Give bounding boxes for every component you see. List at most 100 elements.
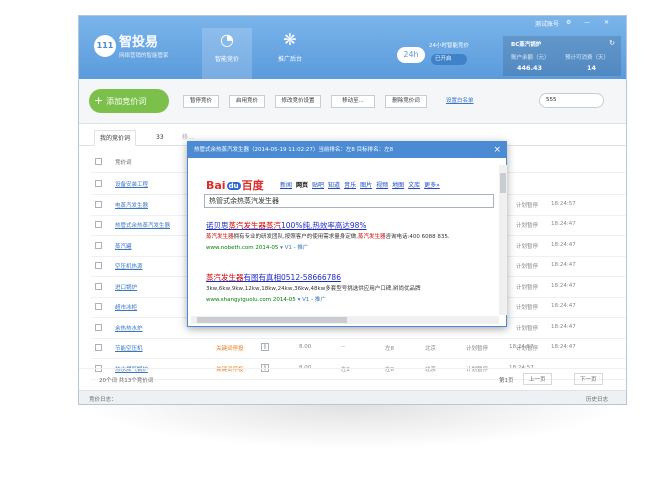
row-checkbox[interactable] — [95, 323, 102, 331]
paw-icon: ❋ — [283, 30, 297, 49]
popup-horizontal-scrollbar[interactable] — [191, 316, 499, 324]
close-icon[interactable]: ✕ — [604, 19, 609, 26]
delete-keyword-button[interactable]: 删除竞价词 — [385, 95, 427, 108]
account-name[interactable]: 测试账号 — [535, 19, 559, 28]
plus-icon: + — [94, 94, 104, 107]
enable-bid-button[interactable]: 启用竞价 — [229, 95, 265, 108]
popup-body: Bai du 百度 新闻 网页 贴吧 知道 音乐 图片 视频 地图 文库 更多» 热管式余热蒸汽发生器… — [192, 162, 500, 316]
whitelist-link[interactable]: 设置白名单 — [446, 96, 474, 104]
nav-smart-bid[interactable]: ◔ 智能竞价 — [202, 28, 252, 79]
cell-time: 18:24:47 — [551, 323, 576, 330]
baidu-nav-item[interactable]: 网页 — [296, 182, 308, 189]
row-checkbox[interactable] — [95, 303, 102, 310]
keyword-link[interactable]: 热管式余热蒸汽发生器 — [115, 221, 170, 229]
window-shadow — [86, 404, 620, 450]
baidu-nav-item[interactable]: 贴吧 — [312, 182, 324, 189]
result-title-post: 100%纯,热效率高达98% — [281, 221, 367, 230]
history-log-link[interactable]: 历史日志 — [586, 395, 608, 403]
days-value: 14 — [587, 64, 597, 72]
pager: 20个词 共13个竞价词 第1页 上一页 下一页 — [79, 368, 626, 390]
keyword-link[interactable]: 蒸汽罐 — [115, 242, 132, 250]
baidu-logo: Bai du 百度 — [206, 179, 264, 192]
baidu-nav-item[interactable]: 更多» — [424, 182, 440, 189]
baidu-nav-item[interactable]: 地图 — [392, 182, 404, 189]
keyword-count: 20个词 共13个竞价词 — [99, 378, 154, 384]
cell-plan-status: 计划暂停 — [516, 223, 539, 229]
prev-page-button[interactable]: 上一页 — [523, 373, 552, 385]
baidu-nav-item[interactable]: 知道 — [328, 182, 340, 189]
result-url: www.shangyiguolu.com 2014-05 ▾ V1 - 推广 — [206, 297, 326, 303]
keyword-link[interactable]: 电蒸汽发生器 — [115, 201, 148, 209]
keyword-link[interactable]: 设备安装工程 — [115, 180, 148, 188]
cell-plan-status: 计划暂停 — [516, 325, 539, 332]
promo-tag[interactable]: 推广 — [297, 245, 308, 251]
scroll-thumb[interactable] — [197, 317, 347, 323]
logo-icon: 111 — [94, 35, 116, 57]
search-input[interactable]: 555 — [539, 93, 604, 108]
baidu-nav-item[interactable]: 音乐 — [344, 182, 356, 189]
row-checkbox[interactable] — [95, 241, 102, 249]
promo-tag[interactable]: 推广 — [315, 297, 326, 303]
search-result[interactable]: 诺贝思蒸汽发生器蒸汽100%纯,热效率高达98% 蒸汽发生器拥有专业的研发团队,按… — [206, 220, 496, 251]
baidu-search-input[interactable]: 热管式余热蒸汽发生器 — [204, 194, 494, 208]
cell-plan-status: 计划暂停 — [516, 243, 539, 250]
nav-smart-bid-label: 智能竞价 — [214, 56, 239, 63]
gear-icon[interactable]: ⚙ — [566, 19, 571, 26]
pause-icon[interactable]: || — [261, 343, 269, 351]
baidu-nav-item[interactable]: 图片 — [360, 182, 372, 189]
move-to-dropdown[interactable]: 移动至... — [331, 95, 375, 108]
pause-bid-button[interactable]: 暂停竞价 — [183, 95, 219, 108]
nav-promotion-label: 推广后台 — [277, 56, 302, 63]
tab-my-keywords[interactable]: 我的竞价词 — [94, 130, 137, 146]
keyword-link[interactable]: 余热热水炉 — [115, 324, 143, 332]
tab-count[interactable]: 33 — [151, 130, 169, 146]
cell-time: 18:24:47 — [551, 282, 576, 289]
keyword-link[interactable]: 超市冰柜 — [115, 303, 137, 311]
scroll-thumb[interactable] — [500, 173, 506, 193]
account-title: BC蒸汽锅炉 — [511, 42, 542, 48]
next-page-button[interactable]: 下一页 — [574, 373, 603, 385]
cell-time: 18:24:47 — [551, 303, 576, 309]
row-checkbox[interactable] — [95, 344, 102, 351]
days-label: 预计可消费（天） — [565, 55, 610, 61]
account-panel: BC蒸汽锅炉 ↻ 账户余额（元） 预计可消费（天） 446.43 14 — [503, 36, 621, 76]
verified-icon: ▾ V1 — [297, 297, 310, 303]
search-result[interactable]: 蒸汽发生器有图有真相0512-58666786 3kw,6kw,9kw,12kw,… — [206, 272, 496, 303]
popup-vertical-scrollbar[interactable] — [499, 165, 507, 315]
balance-label: 账户余额（元） — [511, 55, 550, 61]
baidu-nav-item[interactable]: 文库 — [408, 182, 420, 189]
cell-plan-status: 计划暂停 — [516, 264, 539, 270]
serp-preview-popup: 热管式余热蒸汽发生器（2014-05-19 11:02:27）当前排名：左8 目… — [187, 141, 507, 327]
result-title[interactable]: 蒸汽发生器有图有真相0512-58666786 — [206, 272, 496, 283]
close-icon[interactable]: × — [493, 142, 501, 158]
page-first[interactable]: 第1页 — [499, 376, 514, 384]
bid-log-label: 竞价日志： — [89, 397, 117, 403]
result-title[interactable]: 诺贝思蒸汽发生器蒸汽100%纯,热效率高达98% — [206, 220, 496, 231]
row-checkbox[interactable] — [95, 282, 102, 290]
auto-bid-toggle[interactable]: 已开启 — [431, 54, 467, 65]
table-row[interactable]: 节能空压机 关键词停投 || 8.00 -- 左8 北京 计划暂停 18:24:57 — [91, 337, 626, 359]
result-description: 3kw,6kw,9kw,12kw,18kw,24kw,36kw,48kw多套型号… — [206, 285, 496, 293]
status-text: 关键词停投 — [216, 346, 244, 352]
refresh-icon[interactable]: ↻ — [609, 39, 615, 47]
minimize-icon[interactable]: — — [584, 19, 590, 26]
baidu-nav-item[interactable]: 新闻 — [280, 182, 292, 189]
nav-promotion[interactable]: ❋ 推广后台 — [265, 28, 315, 63]
keyword-link[interactable]: 进口锅炉 — [115, 283, 137, 291]
row-checkbox[interactable] — [95, 200, 102, 208]
row-checkbox[interactable] — [95, 180, 102, 187]
row-checkbox[interactable] — [95, 262, 102, 269]
result-url: www.nobeth.com 2014-05 ▾ V1 - 推广 — [206, 245, 309, 251]
add-keyword-button[interactable]: + 添加竞价词 — [89, 89, 169, 113]
cell-plan-status: 计划暂停 — [516, 346, 539, 352]
result-title-highlight: 蒸汽发生器蒸汽 — [228, 221, 282, 230]
baidu-nav-item[interactable]: 视频 — [376, 182, 388, 189]
desc-text: 3kw,6kw,9kw,12kw,18kw,24kw,36kw,48kw多套型号… — [206, 286, 421, 292]
cell-c3: 8.00 — [299, 344, 312, 350]
keyword-link[interactable]: 空压机热源 — [115, 262, 143, 270]
header: 111 智投易 网络营销的智能管家 ◔ 智能竞价 ❋ 推广后台 测试账号 ⚙ —… — [79, 16, 626, 79]
keyword-link[interactable]: 节能空压机 — [115, 344, 143, 352]
edit-bid-settings-button[interactable]: 修改竞价设置 — [275, 95, 321, 108]
row-checkbox[interactable] — [95, 221, 102, 228]
select-all-checkbox[interactable] — [95, 158, 102, 165]
